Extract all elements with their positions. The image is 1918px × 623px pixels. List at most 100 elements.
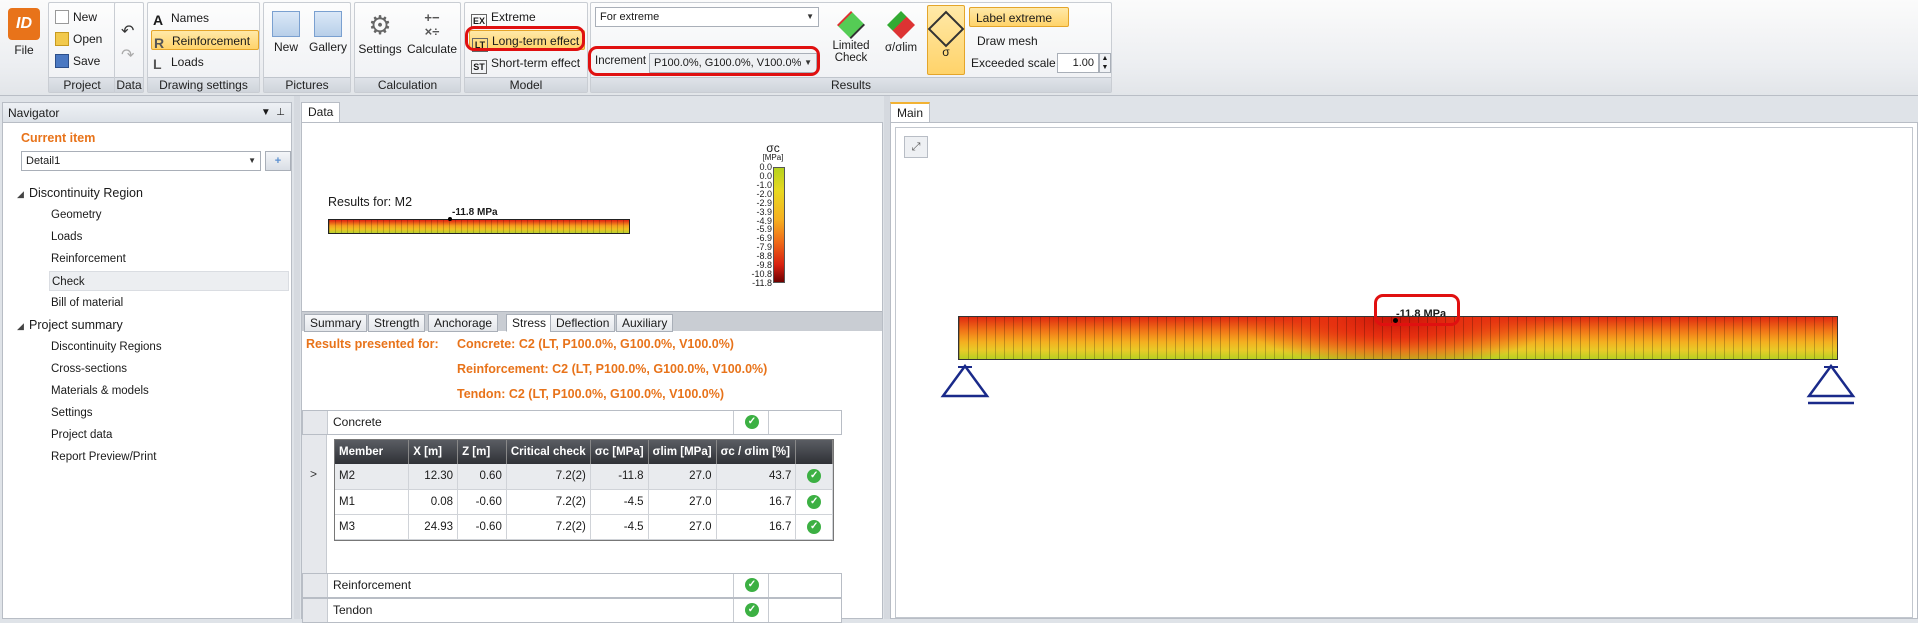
exceeded-scale-input[interactable]: 1.00 xyxy=(1057,53,1099,73)
stress-icon xyxy=(927,10,965,48)
column-header[interactable]: X [m] xyxy=(408,440,459,464)
limited-check-icon xyxy=(837,11,865,39)
column-header[interactable]: σlim [MPa] xyxy=(648,440,717,464)
table-cell: M3 xyxy=(335,514,410,540)
concrete-section-row[interactable]: Concrete ✓ xyxy=(302,410,842,435)
roller-support-icon xyxy=(1806,364,1856,405)
navigator-title: Navigator xyxy=(8,106,60,120)
row-expand-marker[interactable]: > xyxy=(310,467,317,481)
tab-main[interactable]: Main xyxy=(890,102,931,122)
tree-group[interactable]: ◢ Project summary xyxy=(17,315,123,335)
reinforcement-section-row[interactable]: Reinforcement ✓ xyxy=(302,573,842,598)
new-picture-button[interactable]: New xyxy=(268,5,304,54)
panel-pin-icon[interactable]: ▼ ⊥ xyxy=(261,103,285,123)
tree-item-label: Geometry xyxy=(51,209,102,221)
result-mode-select[interactable]: For extreme ▼ xyxy=(595,7,819,27)
tree-item[interactable]: Settings xyxy=(51,403,93,423)
drawing-settings-group-label: Drawing settings xyxy=(148,77,259,92)
sigma-button[interactable]: σ xyxy=(927,5,965,75)
extreme-button[interactable]: EX Extreme xyxy=(469,7,536,28)
tree-item-label: Settings xyxy=(51,407,93,419)
concrete-results-table: Member X [m] Z [m] Critical check σc [MPa] σl… xyxy=(334,439,834,541)
tree-item-label: Materials & models xyxy=(51,385,149,397)
tree-item[interactable]: Check xyxy=(49,271,289,291)
redo-button[interactable]: ↷ xyxy=(121,45,134,65)
tree-item[interactable]: Reinforcement xyxy=(51,249,126,269)
column-header[interactable]: σc / σlim [%] xyxy=(716,440,797,464)
navigator-header: Navigator ▼ ⊥ xyxy=(3,103,291,123)
calculation-group: ⚙ Settings +− ×÷ Calculate Calculation xyxy=(354,2,461,93)
sigma-olim-button[interactable]: σ/σlim xyxy=(877,5,925,54)
subtab-anchorage[interactable]: Anchorage xyxy=(428,314,499,332)
st-icon: ST xyxy=(471,60,487,74)
names-toggle[interactable]: A Names xyxy=(151,8,257,28)
table-header-row: Member X [m] Z [m] Critical check σc [MPa] σl… xyxy=(335,440,833,464)
main-pane: ⤢ -11.8 MPa xyxy=(890,122,1918,619)
tree-item[interactable]: Discontinuity Regions xyxy=(51,337,162,357)
limited-check-button[interactable]: Limited Check xyxy=(827,5,875,64)
column-header[interactable]: Member xyxy=(335,440,410,464)
tree-item-label: Loads xyxy=(51,231,83,243)
reinforcement-toggle[interactable]: R Reinforcement xyxy=(151,30,259,50)
expand-arrow-icon[interactable]: ◢ xyxy=(17,184,29,204)
draw-mesh-toggle[interactable]: Draw mesh xyxy=(975,31,1038,51)
file-button[interactable]: ID File xyxy=(4,4,44,76)
tree-item[interactable]: Loads xyxy=(51,227,82,247)
tree-item[interactable]: Bill of material xyxy=(51,293,123,313)
increment-highlight xyxy=(588,46,820,76)
current-item-select[interactable]: Detail1 ▼ xyxy=(21,151,261,171)
column-header[interactable] xyxy=(795,440,833,464)
new-project-button[interactable]: New xyxy=(53,7,97,27)
short-term-effect-button[interactable]: ST Short-term effect xyxy=(469,53,580,74)
table-cell: 7.2(2) xyxy=(506,464,591,490)
table-cell: 27.0 xyxy=(648,489,717,515)
data-pane: Results for: M2 -11.8 MPa σc [MPa] 0.0 0.… xyxy=(301,122,883,623)
table-cell: 16.7 xyxy=(716,489,797,515)
calculate-button[interactable]: +− ×÷ Calculate xyxy=(405,5,459,57)
subtab-auxiliary[interactable]: Auxiliary xyxy=(616,314,674,332)
save-project-button[interactable]: Save xyxy=(53,51,100,71)
table-cell: -11.8 xyxy=(590,464,649,490)
column-header[interactable]: σc [MPa] xyxy=(590,440,649,464)
tendon-section-row[interactable]: Tendon ✓ xyxy=(302,598,842,623)
tree-item[interactable]: Materials & models xyxy=(51,381,149,401)
settings-button[interactable]: ⚙ Settings xyxy=(357,5,403,56)
legend-unit: [MPa] xyxy=(762,153,784,162)
splitter-left[interactable] xyxy=(294,96,300,619)
tree-item[interactable]: Report Preview/Print xyxy=(51,447,156,467)
reinforcement-section-label: Reinforcement xyxy=(333,578,412,592)
subtab-strength[interactable]: Strength xyxy=(368,314,426,332)
subtab-deflection[interactable]: Deflection xyxy=(550,314,616,332)
expand-arrow-icon[interactable]: ◢ xyxy=(17,316,29,336)
table-row[interactable]: M1 0.08 -0.60 7.2(2) -4.5 27.0 16.7 ✓ xyxy=(335,489,833,515)
zoom-fit-icon[interactable]: ⤢ xyxy=(904,136,928,158)
add-item-button[interactable]: + xyxy=(265,151,291,171)
status-cell: ✓ xyxy=(795,514,833,540)
small-beam-extreme-label: -11.8 MPa xyxy=(452,207,498,218)
new-picture-icon xyxy=(272,11,300,37)
open-project-button[interactable]: Open xyxy=(53,29,102,49)
tree-item[interactable]: Project data xyxy=(51,425,112,445)
tree-item[interactable]: Cross-sections xyxy=(51,359,127,379)
tree-item[interactable]: Geometry xyxy=(51,205,102,225)
data-group: ↶ ↷ Data xyxy=(114,2,144,93)
column-header[interactable]: Critical check xyxy=(506,440,591,464)
label-extreme-toggle[interactable]: Label extreme xyxy=(969,7,1069,27)
gallery-button[interactable]: Gallery xyxy=(306,5,350,54)
gallery-icon xyxy=(314,11,342,37)
results-presented-tendon: Tendon: C2 (LT, P100.0%, G100.0%, V100.0… xyxy=(457,387,724,401)
loads-toggle[interactable]: L Loads xyxy=(151,52,257,72)
calculator-icon: +− ×÷ xyxy=(424,10,440,39)
table-row[interactable]: M2 12.30 0.60 7.2(2) -11.8 27.0 43.7 ✓ xyxy=(335,464,833,490)
subtab-stress[interactable]: Stress xyxy=(506,314,553,332)
undo-button[interactable]: ↶ xyxy=(121,21,134,41)
table-cell: 0.60 xyxy=(457,464,507,490)
subtab-summary[interactable]: Summary xyxy=(304,314,368,332)
tree-group[interactable]: ◢ Discontinuity Region xyxy=(17,183,143,203)
table-cell: -4.5 xyxy=(590,489,649,515)
scale-spinner[interactable]: ▲ ▼ xyxy=(1099,53,1111,73)
table-row[interactable]: M3 24.93 -0.60 7.2(2) -4.5 27.0 16.7 ✓ xyxy=(335,514,833,540)
column-header[interactable]: Z [m] xyxy=(457,440,507,464)
main-canvas[interactable]: ⤢ -11.8 MPa xyxy=(895,127,1913,618)
tab-data[interactable]: Data xyxy=(301,102,341,122)
